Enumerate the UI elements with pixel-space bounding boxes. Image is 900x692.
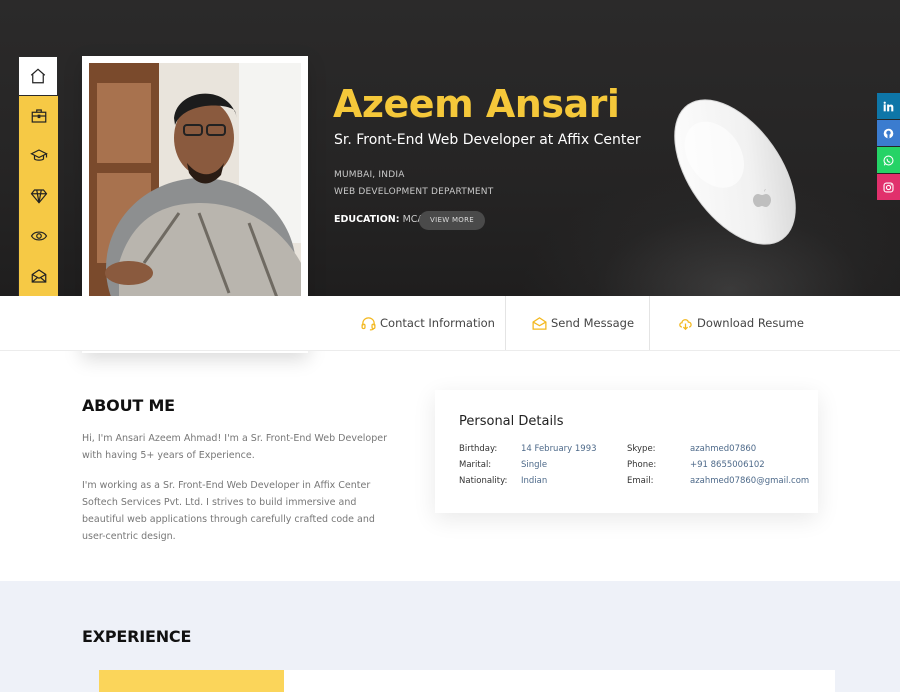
download-resume-label: Download Resume	[697, 316, 804, 330]
side-navigation	[18, 56, 58, 296]
experience-heading: EXPERIENCE	[82, 627, 192, 646]
eye-icon	[30, 231, 47, 241]
download-resume-button[interactable]: Download Resume	[677, 296, 804, 350]
marital-value: Single	[521, 460, 548, 470]
personal-details-heading: Personal Details	[459, 414, 564, 429]
nav-portfolio[interactable]	[18, 216, 58, 256]
headset-icon	[361, 316, 376, 331]
profile-title: Sr. Front-End Web Developer at Affix Cen…	[334, 132, 641, 148]
envelope-open-icon	[532, 316, 547, 330]
github-link[interactable]	[877, 120, 900, 146]
email-value[interactable]: azahmed07860@gmail.com	[690, 476, 809, 486]
experience-card	[99, 670, 835, 692]
contact-information-label: Contact Information	[380, 316, 495, 330]
phone-label: Phone:	[627, 460, 657, 470]
nav-home[interactable]	[18, 56, 58, 96]
birthday-value: 14 February 1993	[521, 444, 597, 454]
diamond-icon	[30, 189, 47, 204]
experience-section: EXPERIENCE	[0, 581, 900, 692]
profile-education: EDUCATION: MCA	[334, 214, 424, 225]
action-divider	[505, 296, 506, 350]
email-label: Email:	[627, 476, 654, 486]
envelope-icon	[31, 269, 46, 283]
nationality-value: Indian	[521, 476, 548, 486]
whatsapp-icon	[883, 154, 894, 166]
linkedin-icon	[883, 101, 894, 111]
instagram-icon	[883, 181, 894, 193]
nationality-label: Nationality:	[459, 476, 508, 486]
marital-label: Marital:	[459, 460, 492, 470]
contact-information-button[interactable]: Contact Information	[360, 296, 495, 350]
graduation-cap-icon	[29, 149, 48, 161]
skype-label: Skype:	[627, 444, 656, 454]
home-icon	[30, 68, 46, 84]
send-message-button[interactable]: Send Message	[531, 296, 634, 350]
magic-mouse-image	[674, 99, 796, 245]
action-divider	[649, 296, 650, 350]
nav-contact[interactable]	[18, 256, 58, 296]
briefcase-icon	[31, 109, 46, 123]
instagram-link[interactable]	[877, 174, 900, 200]
personal-details-card: Personal Details Birthday: 14 February 1…	[435, 390, 818, 513]
nav-skills[interactable]	[18, 176, 58, 216]
profile-department: WEB DEVELOPMENT DEPARTMENT	[334, 187, 494, 197]
education-label: EDUCATION:	[334, 214, 400, 225]
about-paragraph-2: I'm working as a Sr. Front-End Web Devel…	[82, 480, 375, 542]
social-links	[877, 93, 900, 201]
whatsapp-link[interactable]	[877, 147, 900, 173]
send-message-label: Send Message	[551, 316, 635, 330]
birthday-label: Birthday:	[459, 444, 498, 454]
github-icon	[883, 128, 894, 138]
action-bar: Contact Information Send Message Downloa…	[0, 296, 900, 351]
view-more-button[interactable]: VIEW MORE	[419, 211, 485, 230]
experience-card-accent	[99, 670, 284, 692]
nav-education[interactable]	[18, 136, 58, 176]
profile-location: MUMBAI, INDIA	[334, 170, 405, 180]
nav-experience[interactable]	[18, 96, 58, 136]
about-paragraph-1: Hi, I'm Ansari Azeem Ahmad! I'm a Sr. Fr…	[82, 433, 388, 461]
phone-value[interactable]: +91 8655006102	[690, 460, 765, 470]
cloud-download-icon	[679, 318, 692, 330]
skype-value[interactable]: azahmed07860	[690, 444, 756, 454]
about-heading: ABOUT ME	[82, 396, 175, 415]
linkedin-link[interactable]	[877, 93, 900, 119]
profile-name: Azeem Ansari	[333, 82, 620, 126]
